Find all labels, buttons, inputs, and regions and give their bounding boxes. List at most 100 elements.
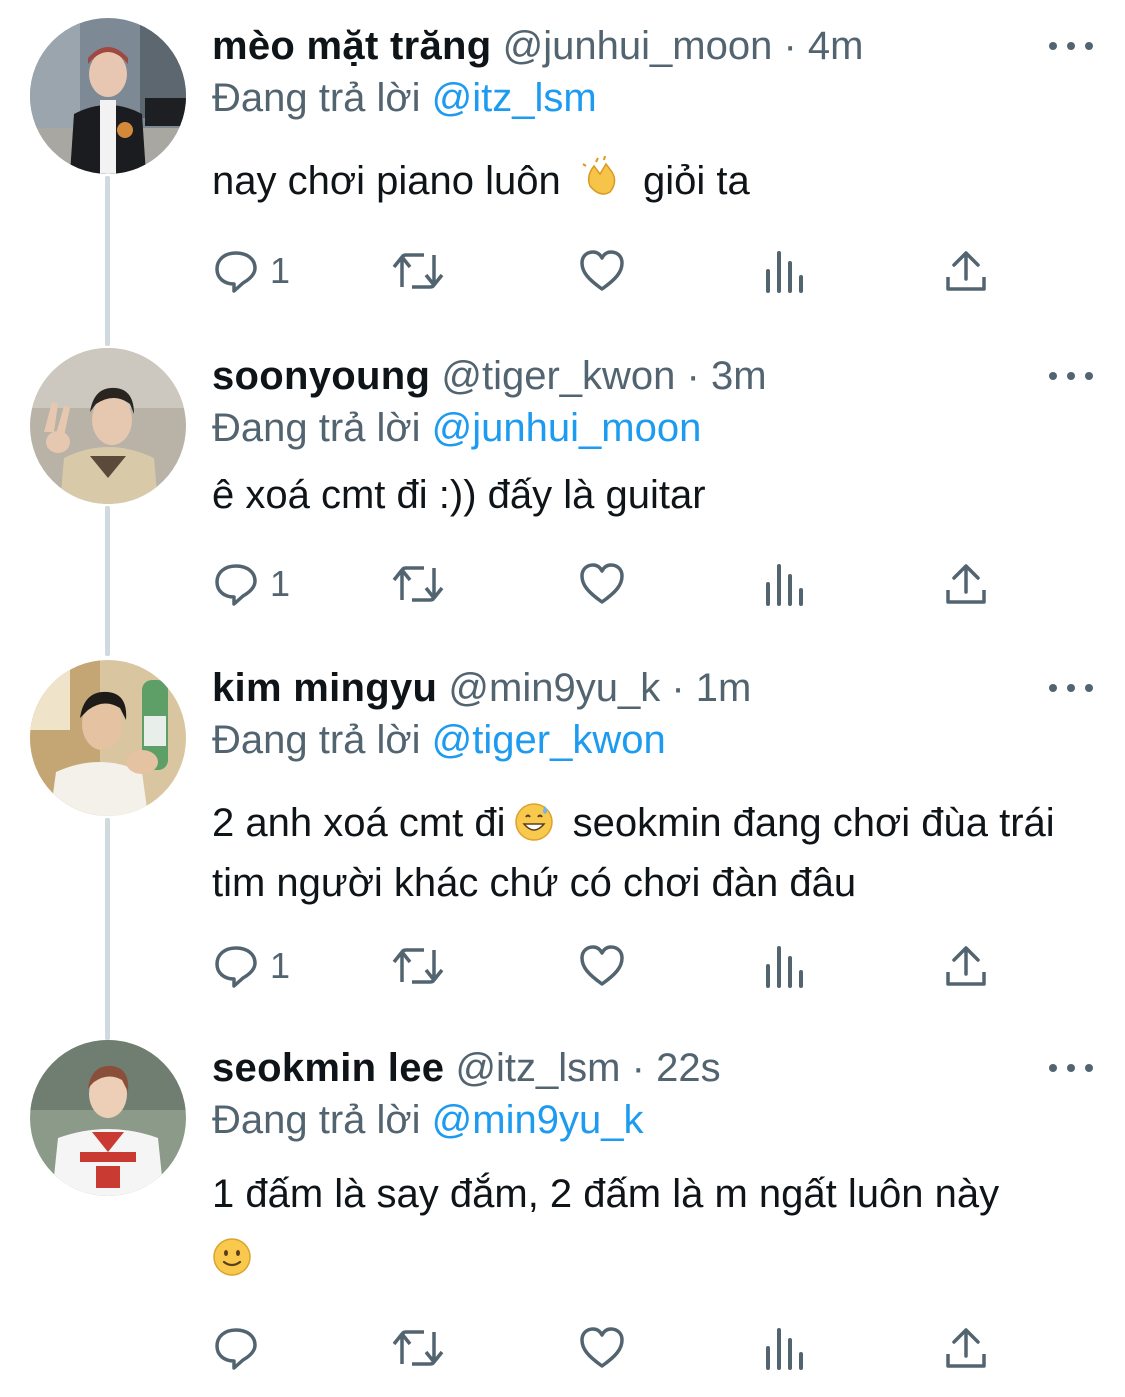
mention-link[interactable]: @junhui_moon <box>432 406 702 450</box>
heart-icon <box>578 560 626 608</box>
display-name[interactable]: soonyoung <box>212 354 430 398</box>
reply-icon <box>212 1324 260 1372</box>
timestamp[interactable]: 3m <box>711 354 767 398</box>
reply-icon <box>212 247 260 295</box>
more-options-icon[interactable] <box>1049 1050 1093 1086</box>
heart-icon <box>578 247 626 295</box>
retweet-icon <box>390 247 446 295</box>
tweet-header: kim mingyu @min9yu_k · 1m <box>212 660 751 716</box>
more-options-icon[interactable] <box>1049 28 1093 64</box>
timestamp[interactable]: 22s <box>656 1046 721 1090</box>
share-button[interactable] <box>944 556 988 612</box>
tweet[interactable]: kim mingyu @min9yu_k · 1m Đang trả lời @… <box>0 660 1125 1020</box>
share-icon <box>944 942 988 990</box>
tweet[interactable]: mèo mặt trăng @junhui_moon · 4m Đang trả… <box>0 18 1125 318</box>
replying-to: Đang trả lời @junhui_moon <box>212 400 701 456</box>
avatar[interactable] <box>30 1040 186 1196</box>
tweet[interactable]: seokmin lee @itz_lsm · 22s Đang trả lời … <box>0 1040 1125 1390</box>
tweet-text: 2 anh xoá cmt đi seokmin đang chơi đùa t… <box>212 796 1092 910</box>
tweet-actions: 1 <box>212 243 1012 299</box>
tweet-header: seokmin lee @itz_lsm · 22s <box>212 1040 721 1096</box>
tweet-text: ê xoá cmt đi :)) đấy là guitar <box>212 468 1092 522</box>
tweet-actions: 1 <box>212 556 1012 612</box>
clapping-hands-icon <box>580 155 624 214</box>
analytics-icon <box>764 247 806 295</box>
reply-icon <box>212 942 260 990</box>
display-name[interactable]: mèo mặt trăng <box>212 24 492 68</box>
analytics-icon <box>764 560 806 608</box>
more-options-icon[interactable] <box>1049 670 1093 706</box>
retweet-icon <box>390 560 446 608</box>
replying-to: Đang trả lời @tiger_kwon <box>212 712 666 768</box>
share-icon <box>944 1324 988 1372</box>
separator: · <box>686 354 700 398</box>
mention-link[interactable]: @itz_lsm <box>432 76 597 120</box>
like-button[interactable] <box>578 556 626 612</box>
grinning-face-with-sweat-icon <box>514 802 554 856</box>
tweet[interactable]: soonyoung @tiger_kwon · 3m Đang trả lời … <box>0 348 1125 638</box>
share-icon <box>944 560 988 608</box>
reply-button[interactable] <box>212 1320 270 1376</box>
tweet-text: nay chơi piano luôn giỏi ta <box>212 154 1092 214</box>
replying-label: Đang trả lời <box>212 718 421 762</box>
replying-label: Đang trả lời <box>212 76 421 120</box>
views-button[interactable] <box>764 243 806 299</box>
display-name[interactable]: kim mingyu <box>212 666 437 710</box>
views-button[interactable] <box>764 938 806 994</box>
retweet-button[interactable] <box>390 243 446 299</box>
reply-count: 1 <box>270 945 291 986</box>
share-button[interactable] <box>944 938 988 994</box>
tweet-actions <box>212 1320 1012 1376</box>
like-button[interactable] <box>578 243 626 299</box>
tweet-header: soonyoung @tiger_kwon · 3m <box>212 348 767 404</box>
share-icon <box>944 247 988 295</box>
retweet-button[interactable] <box>390 938 446 994</box>
share-button[interactable] <box>944 243 988 299</box>
timestamp[interactable]: 4m <box>808 24 864 68</box>
tweet-text-part: ê xoá cmt đi :)) đấy là guitar <box>212 473 706 517</box>
user-handle[interactable]: @junhui_moon <box>503 24 773 68</box>
slightly-smiling-face-icon <box>212 1232 252 1296</box>
mention-link[interactable]: @tiger_kwon <box>432 718 666 762</box>
avatar[interactable] <box>30 18 186 174</box>
user-handle[interactable]: @tiger_kwon <box>441 354 675 398</box>
user-handle[interactable]: @itz_lsm <box>455 1046 620 1090</box>
retweet-button[interactable] <box>390 1320 446 1376</box>
timestamp[interactable]: 1m <box>696 666 752 710</box>
tweet-text-part: nay chơi piano luôn <box>212 159 561 203</box>
user-handle[interactable]: @min9yu_k <box>448 666 660 710</box>
tweet-header: mèo mặt trăng @junhui_moon · 4m <box>212 18 863 74</box>
views-button[interactable] <box>764 556 806 612</box>
replying-to: Đang trả lời @itz_lsm <box>212 70 597 126</box>
analytics-icon <box>764 1324 806 1372</box>
retweet-button[interactable] <box>390 556 446 612</box>
reply-count: 1 <box>270 563 291 604</box>
like-button[interactable] <box>578 1320 626 1376</box>
heart-icon <box>578 942 626 990</box>
tweet-text-part: 1 đấm là say đắm, 2 đấm là m ngất luôn n… <box>212 1172 1000 1216</box>
separator: · <box>631 1046 645 1090</box>
share-button[interactable] <box>944 1320 988 1376</box>
reply-button[interactable]: 1 <box>212 556 290 612</box>
retweet-icon <box>390 942 446 990</box>
more-options-icon[interactable] <box>1049 358 1093 394</box>
separator: · <box>671 666 685 710</box>
like-button[interactable] <box>578 938 626 994</box>
reply-count: 1 <box>270 250 291 291</box>
replying-label: Đang trả lời <box>212 406 421 450</box>
display-name[interactable]: seokmin lee <box>212 1046 444 1090</box>
replying-to: Đang trả lời @min9yu_k <box>212 1092 643 1148</box>
tweet-text: 1 đấm là say đắm, 2 đấm là m ngất luôn n… <box>212 1162 1092 1296</box>
separator: · <box>783 24 797 68</box>
tweet-text-part: 2 anh xoá cmt đi <box>212 801 506 845</box>
reply-icon <box>212 560 260 608</box>
heart-icon <box>578 1324 626 1372</box>
views-button[interactable] <box>764 1320 806 1376</box>
mention-link[interactable]: @min9yu_k <box>432 1098 644 1142</box>
analytics-icon <box>764 942 806 990</box>
reply-button[interactable]: 1 <box>212 938 290 994</box>
reply-button[interactable]: 1 <box>212 243 290 299</box>
avatar[interactable] <box>30 660 186 816</box>
retweet-icon <box>390 1324 446 1372</box>
avatar[interactable] <box>30 348 186 504</box>
